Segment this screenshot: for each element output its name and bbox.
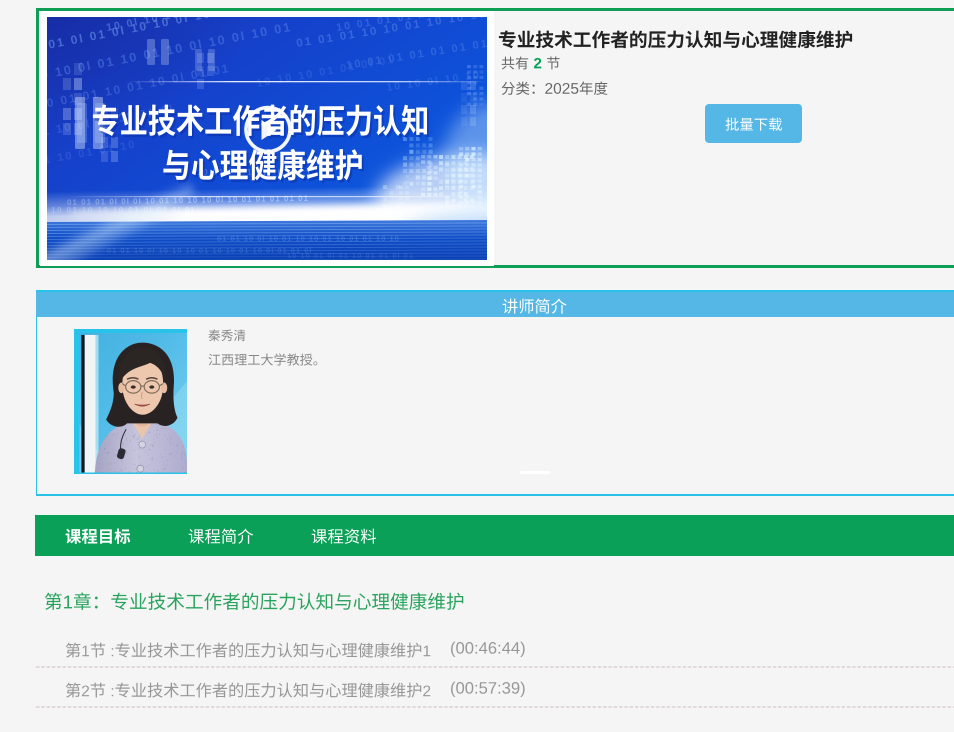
svg-text:01 01 10 0l 10 10 10 01 10 10: 01 01 10 0l 10 10 10 01 10 10 01 10 0l 0…	[107, 246, 312, 255]
svg-text:01 01 10 0l 10 01 10 10 01 10: 01 01 10 0l 10 01 10 10 01 10 01 01 10 1…	[217, 234, 400, 243]
svg-text:10 10 01 0l 01 10 01 01 0l 01: 10 10 01 0l 01 10 01 01 0l 01	[287, 251, 414, 260]
